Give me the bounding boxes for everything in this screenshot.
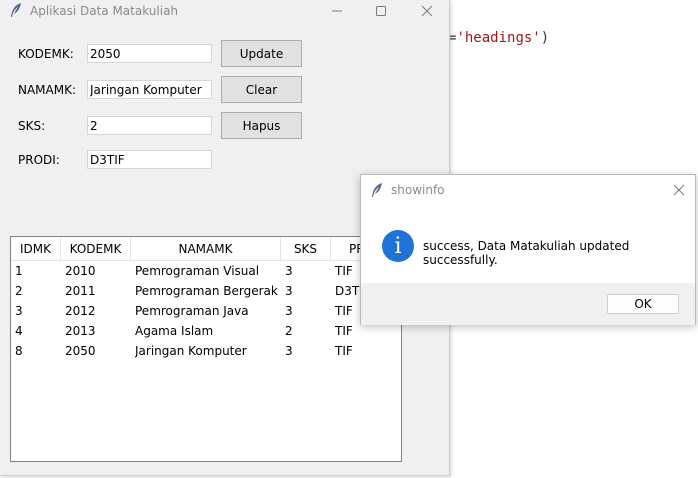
code-suffix: ) [540,30,550,46]
prodi-input[interactable] [87,150,212,169]
cell-sks: 3 [285,264,293,278]
cell-kodemk: 2012 [65,304,96,318]
close-icon[interactable] [669,180,689,200]
cell-kodemk: 2010 [65,264,96,278]
showinfo-dialog: showinfo i success, Data Matakuliah upda… [360,174,696,325]
table-row[interactable]: 8 2050 Jaringan Komputer 3 TIF [11,341,401,361]
dialog-title: showinfo [391,183,445,197]
ok-button[interactable]: OK [607,294,679,314]
column-header-idmk[interactable]: IDMK [11,237,61,261]
cell-namamk: Pemrograman Visual [135,264,260,278]
hapus-button[interactable]: Hapus [221,112,302,139]
table-row[interactable]: 3 2012 Pemrograman Java 3 TIF [11,301,401,321]
cell-sks: 3 [285,344,293,358]
update-button[interactable]: Update [221,40,302,67]
main-titlebar[interactable]: Aplikasi Data Matakuliah [0,0,450,22]
table-row[interactable]: 1 2010 Pemrograman Visual 3 TIF [11,261,401,281]
cell-kodemk: 2013 [65,324,96,338]
cell-idmk: 4 [15,324,23,338]
close-icon[interactable] [404,0,450,22]
kodemk-input[interactable] [87,44,212,63]
table-row[interactable]: 4 2013 Agama Islam 2 TIF [11,321,401,341]
kodemk-label: KODEMK: [18,47,74,61]
clear-button[interactable]: Clear [221,76,302,103]
cell-idmk: 2 [15,284,23,298]
cell-prodi: TIF [335,344,353,358]
cell-idmk: 3 [15,304,23,318]
prodi-label: PRODI: [18,153,60,167]
code-fragment: ='headings') [448,30,549,46]
code-string: 'headings' [456,30,541,46]
cell-kodemk: 2011 [65,284,96,298]
info-icon: i [382,230,414,262]
cell-namamk: Pemrograman Bergerak [135,284,278,298]
cell-idmk: 8 [15,344,23,358]
sks-input[interactable] [87,116,212,135]
namamk-input[interactable] [87,80,212,99]
cell-namamk: Pemrograman Java [135,304,249,318]
table-header: IDMK KODEMK NAMAMK SKS PR [11,237,401,261]
window-title: Aplikasi Data Matakuliah [30,4,179,18]
column-header-sks[interactable]: SKS [281,237,331,261]
cell-idmk: 1 [15,264,23,278]
cell-namamk: Jaringan Komputer [135,344,247,358]
namamk-label: NAMAMK: [18,83,77,97]
cell-namamk: Agama Islam [135,324,214,338]
sks-label: SKS: [18,119,46,133]
maximize-icon[interactable] [358,0,404,22]
cell-sks: 3 [285,304,293,318]
cell-sks: 2 [285,324,293,338]
feather-icon [9,2,23,18]
matakuliah-table[interactable]: IDMK KODEMK NAMAMK SKS PR 1 2010 Pemrogr… [10,236,402,462]
column-header-kodemk[interactable]: KODEMK [61,237,131,261]
dialog-footer: OK [361,283,695,325]
column-header-namamk[interactable]: NAMAMK [131,237,281,261]
table-row[interactable]: 2 2011 Pemrograman Bergerak 3 D3TIF [11,281,401,301]
dialog-message: success, Data Matakuliah updated success… [423,239,630,267]
minimize-icon[interactable] [314,0,360,22]
cell-kodemk: 2050 [65,344,96,358]
cell-sks: 3 [285,284,293,298]
feather-icon [370,182,384,198]
dialog-titlebar[interactable]: showinfo [361,175,695,205]
